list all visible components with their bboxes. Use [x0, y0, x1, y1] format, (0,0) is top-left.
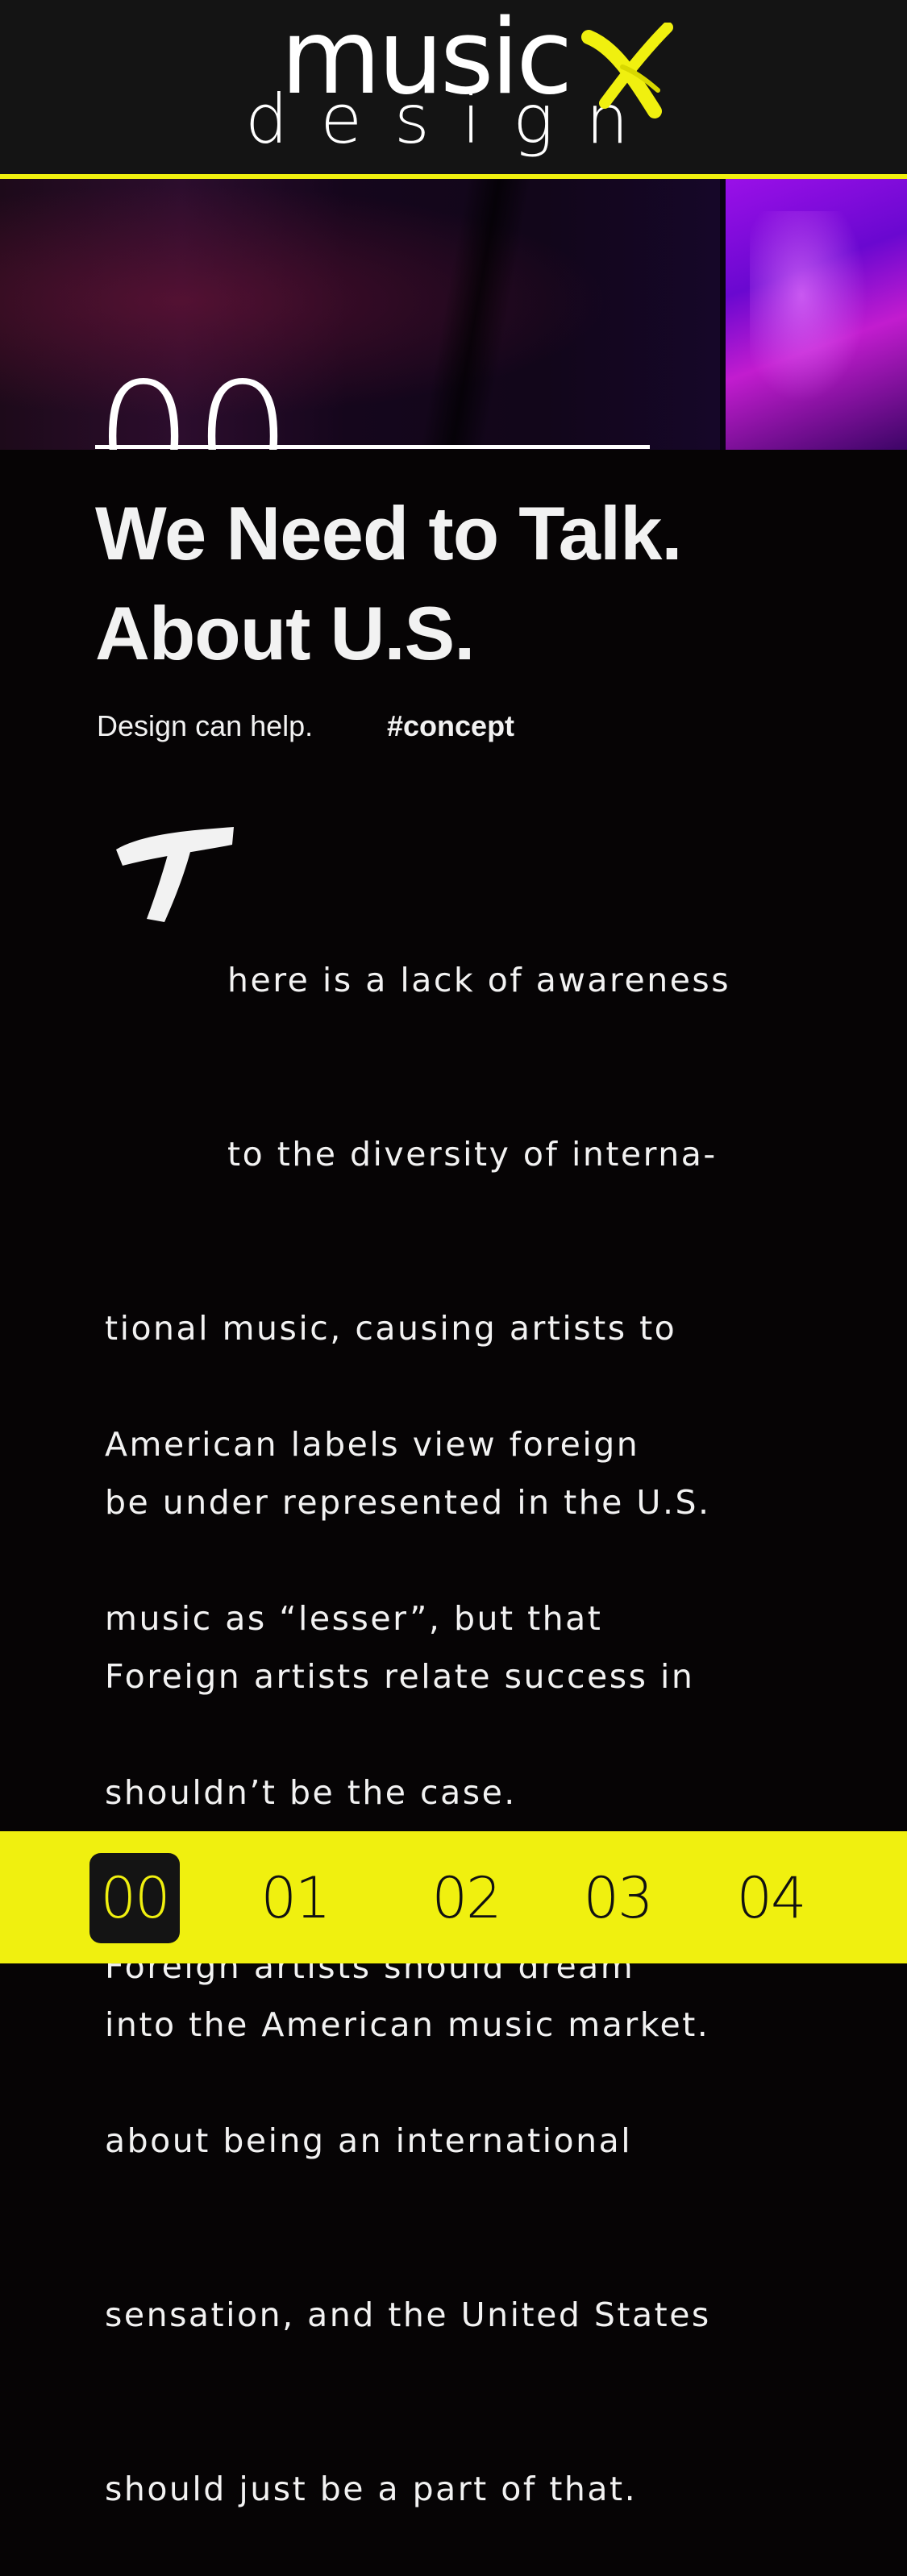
bottom-section-nav: 00 01 02 03 04	[0, 1831, 907, 1963]
music-design-logo[interactable]: music design	[242, 6, 693, 160]
page-title: We Need to Talk. About U.S.	[95, 484, 821, 683]
app-header: music design	[0, 0, 907, 174]
paragraph-line: sensation, and the United States	[105, 2296, 711, 2334]
page-title-line-2: About U.S.	[95, 591, 475, 675]
hero-image-gap	[720, 179, 726, 450]
paragraph-line: music as “lesser”, but that	[105, 1599, 603, 1638]
paragraph-line: American labels view foreign	[105, 1425, 640, 1464]
concept-tag[interactable]: #concept	[387, 709, 514, 743]
section-number: 00	[95, 363, 293, 450]
nav-item-02[interactable]: 02	[421, 1853, 511, 1943]
section-divider	[95, 445, 650, 449]
subtitle: Design can help.	[97, 709, 314, 742]
nav-item-04[interactable]: 04	[726, 1853, 816, 1943]
hero-image-panel	[726, 179, 907, 450]
nav-item-01[interactable]: 01	[250, 1853, 340, 1943]
hero-image-fold	[419, 179, 532, 450]
nav-item-00[interactable]: 00	[89, 1853, 180, 1943]
page-title-line-1: We Need to Talk.	[95, 491, 682, 575]
paragraph-line: should just be a part of that.	[105, 2470, 638, 2508]
hero-image: 00	[0, 179, 907, 450]
paragraph-line: here is a lack of awareness	[227, 961, 731, 999]
brush-x-icon	[581, 23, 673, 118]
paragraph-line: shouldn’t be the case.	[105, 1773, 517, 1812]
paragraph-line: about being an international	[105, 2121, 633, 2160]
paragraph-line: to the diversity of interna-	[227, 1135, 718, 1174]
nav-item-03[interactable]: 03	[572, 1853, 663, 1943]
